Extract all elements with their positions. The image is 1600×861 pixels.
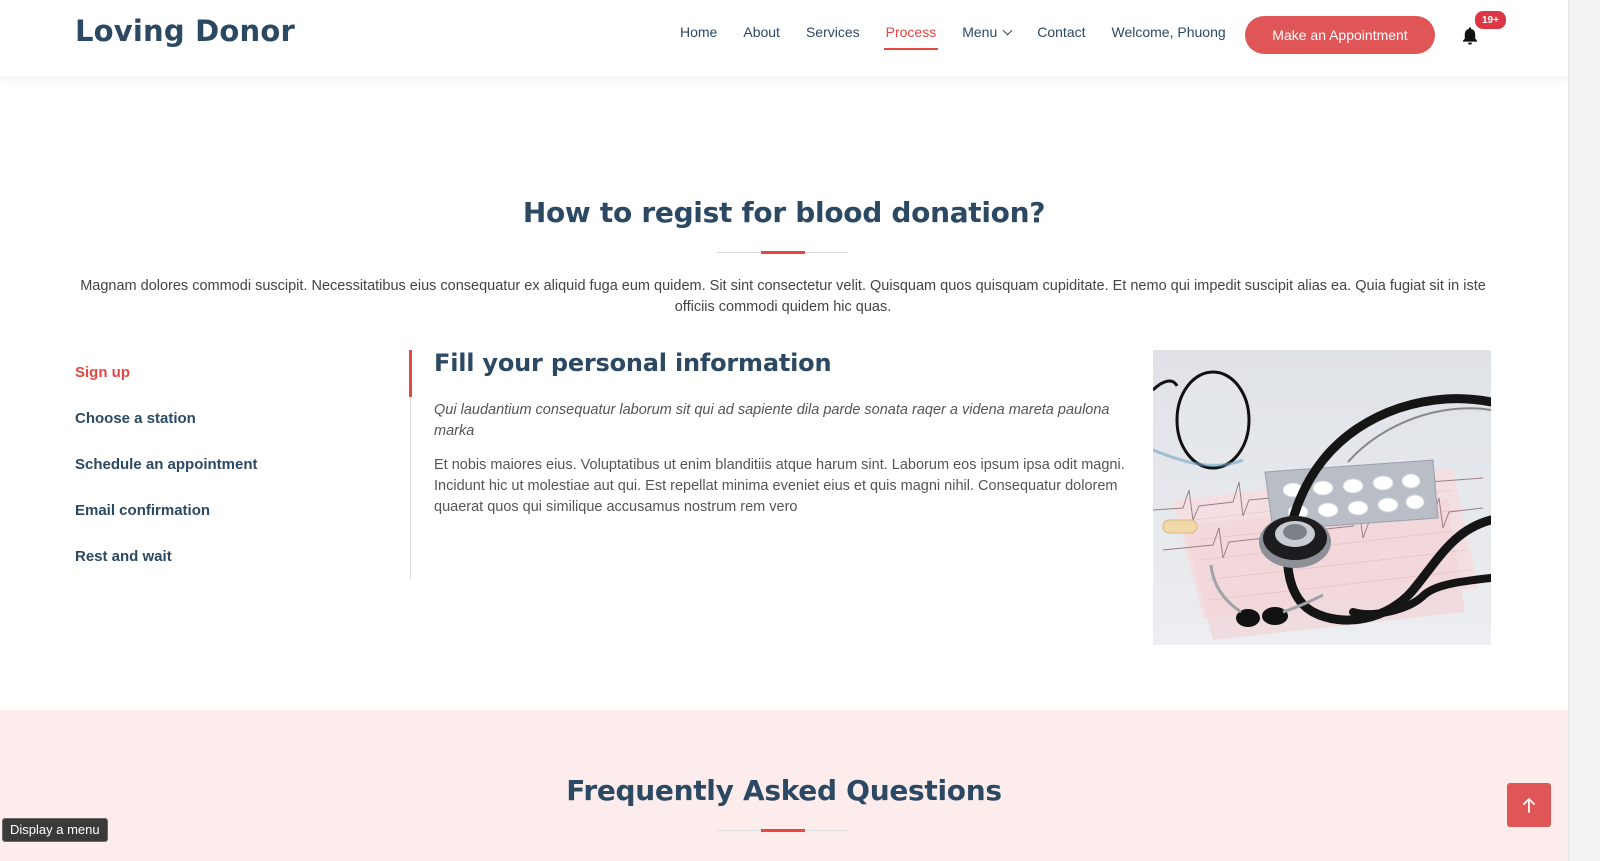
tab-sign-up[interactable]: Sign up <box>75 360 375 406</box>
main-nav: Home About Services Process Menu Contact… <box>680 24 1252 50</box>
section-title: How to regist for blood donation? <box>522 196 1046 229</box>
nav-menu-label: Menu <box>962 24 998 40</box>
stethoscope-photo <box>1153 350 1491 645</box>
pane-lead-text: Qui laudantium consequatur laborum sit q… <box>434 402 1110 439</box>
chevron-down-icon <box>1002 25 1013 36</box>
nav-menu[interactable]: Menu <box>962 24 1013 50</box>
title-divider-accent <box>761 251 805 254</box>
process-tabs: Sign up Choose a station Schedule an app… <box>75 360 375 590</box>
nav-services[interactable]: Services <box>806 24 860 50</box>
active-tab-indicator <box>409 350 412 397</box>
tab-choose-station[interactable]: Choose a station <box>75 406 375 452</box>
nav-process[interactable]: Process <box>883 24 938 50</box>
pane-body-text: Et nobis maiores eius. Voluptatibus ut e… <box>434 457 1125 515</box>
tab-email-confirmation[interactable]: Email confirmation <box>75 498 375 544</box>
nav-about[interactable]: About <box>743 24 780 50</box>
site-header: Loving Donor Home About Services Process… <box>0 0 1568 76</box>
bell-icon[interactable] <box>1461 26 1479 46</box>
site-logo[interactable]: Loving Donor <box>75 14 295 48</box>
tooltip: Display a menu <box>2 818 108 842</box>
page-viewport: Loving Donor Home About Services Process… <box>0 0 1568 861</box>
faq-title: Frequently Asked Questions <box>566 774 1002 807</box>
faq-title-divider-accent <box>761 829 805 832</box>
notification-badge: 19+ <box>1474 10 1507 30</box>
stethoscope-illustration <box>1153 350 1491 645</box>
window-scrollbar[interactable] <box>1568 0 1600 861</box>
tab-rest-and-wait[interactable]: Rest and wait <box>75 544 375 590</box>
nav-contact[interactable]: Contact <box>1037 24 1085 50</box>
make-appointment-button[interactable]: Make an Appointment <box>1245 16 1435 54</box>
tab-schedule-appointment[interactable]: Schedule an appointment <box>75 452 375 498</box>
back-to-top-button[interactable] <box>1507 783 1551 827</box>
nav-home[interactable]: Home <box>680 24 717 50</box>
arrow-up-icon <box>1523 798 1535 813</box>
section-description: Magnam dolores commodi suscipit. Necessi… <box>80 278 1486 315</box>
pane-title: Fill your personal information <box>434 349 832 377</box>
nav-welcome-user[interactable]: Welcome, Phuong <box>1112 24 1226 50</box>
